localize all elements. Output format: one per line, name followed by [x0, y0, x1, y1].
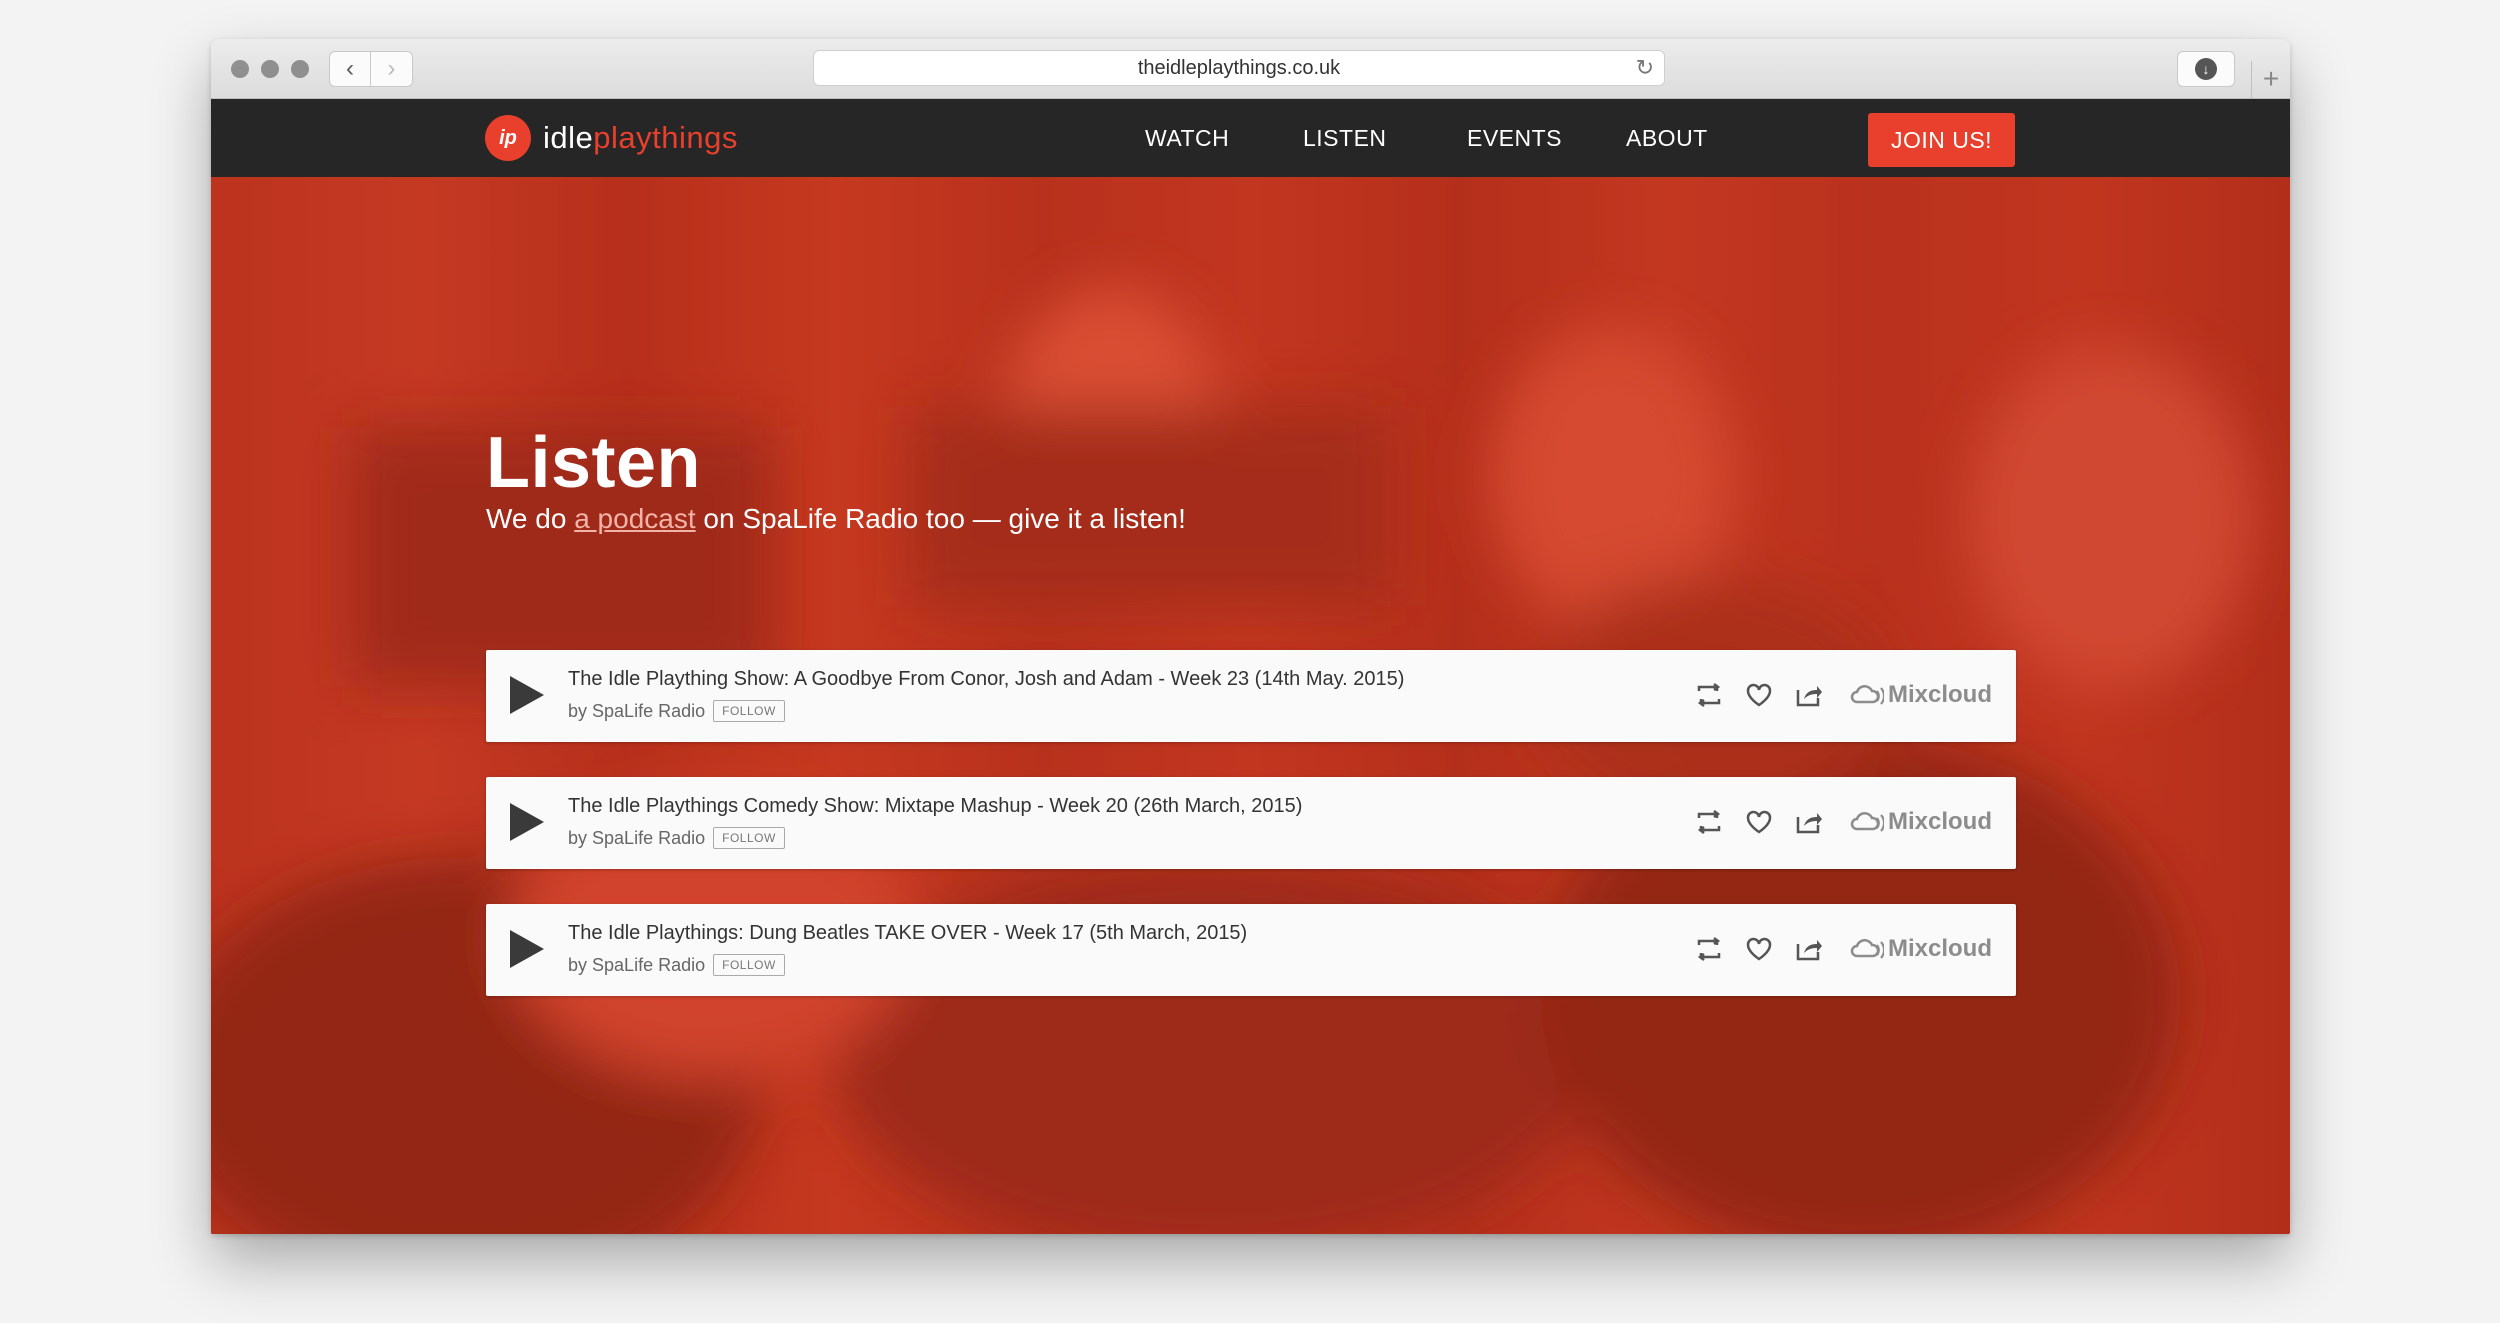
mixcloud-player: The Idle Playthings: Dung Beatles TAKE O…: [486, 904, 2016, 996]
play-icon[interactable]: [510, 930, 544, 968]
mixcloud-brand[interactable]: Mixcloud: [1850, 935, 1992, 963]
author-link[interactable]: SpaLife Radio: [592, 828, 705, 849]
nav-about[interactable]: ABOUT: [1626, 125, 1708, 152]
mixcloud-brand[interactable]: Mixcloud: [1850, 808, 1992, 836]
new-tab-button[interactable]: +: [2251, 61, 2290, 99]
page-title: Listen: [486, 423, 702, 503]
mixcloud-label: Mixcloud: [1887, 935, 1992, 962]
download-icon: ↓: [2195, 58, 2217, 80]
subtitle-post: on SpaLife Radio too — give it a listen!: [695, 503, 1186, 534]
nav-events[interactable]: EVENTS: [1467, 125, 1562, 152]
follow-button[interactable]: FOLLOW: [713, 954, 785, 976]
chevron-right-icon: ›: [387, 55, 396, 82]
podcast-link[interactable]: a podcast: [574, 503, 695, 534]
back-button[interactable]: ‹: [329, 51, 371, 87]
hero-section: Listen We do a podcast on SpaLife Radio …: [211, 177, 2290, 1234]
author-link[interactable]: SpaLife Radio: [592, 701, 705, 722]
mixcloud-cloud-icon: [1850, 939, 1884, 959]
history-nav: ‹ ›: [329, 51, 413, 87]
zoom-window-button[interactable]: [291, 60, 309, 78]
repost-icon[interactable]: [1692, 932, 1726, 966]
site-logo[interactable]: ip idleplaythings: [485, 115, 738, 161]
track-title[interactable]: The Idle Playthings: Dung Beatles TAKE O…: [568, 922, 1247, 945]
heart-icon[interactable]: [1742, 678, 1776, 712]
share-icon[interactable]: [1792, 678, 1826, 712]
downloads-button[interactable]: ↓: [2177, 51, 2235, 87]
reload-icon[interactable]: ↻: [1636, 55, 1654, 81]
address-bar[interactable]: theidleplaythings.co.uk ↻: [813, 50, 1665, 86]
follow-button[interactable]: FOLLOW: [713, 700, 785, 722]
repost-icon[interactable]: [1692, 678, 1726, 712]
track-title[interactable]: The Idle Plaything Show: A Goodbye From …: [568, 668, 1404, 691]
site-header: ip idleplaythings WATCH LISTEN EVENTS AB…: [211, 99, 2290, 177]
forward-button[interactable]: ›: [371, 51, 413, 87]
logo-mark-icon: ip: [485, 115, 531, 161]
browser-toolbar: ‹ › theidleplaythings.co.uk ↻ ↓ +: [211, 39, 2290, 99]
track-byline: by SpaLife Radio FOLLOW: [568, 827, 785, 849]
chevron-left-icon: ‹: [346, 55, 354, 82]
logo-text-plain: idle: [543, 120, 594, 155]
mixcloud-cloud-icon: [1850, 685, 1884, 705]
follow-button[interactable]: FOLLOW: [713, 827, 785, 849]
mixcloud-brand[interactable]: Mixcloud: [1850, 681, 1992, 709]
logo-text-accent: playthings: [593, 120, 738, 155]
share-icon[interactable]: [1792, 805, 1826, 839]
author-link[interactable]: SpaLife Radio: [592, 955, 705, 976]
repost-icon[interactable]: [1692, 805, 1726, 839]
url-text: theidleplaythings.co.uk: [1137, 56, 1341, 79]
mixcloud-cloud-icon: [1850, 812, 1884, 832]
mixcloud-player: The Idle Playthings Comedy Show: Mixtape…: [486, 777, 2016, 869]
join-us-button[interactable]: JOIN US!: [1868, 113, 2015, 167]
close-window-button[interactable]: [231, 60, 249, 78]
player-actions: Mixcloud: [1676, 805, 1992, 839]
minimize-window-button[interactable]: [261, 60, 279, 78]
nav-watch[interactable]: WATCH: [1145, 125, 1229, 152]
track-title[interactable]: The Idle Playthings Comedy Show: Mixtape…: [568, 795, 1302, 818]
player-actions: Mixcloud: [1676, 932, 1992, 966]
heart-icon[interactable]: [1742, 805, 1776, 839]
by-label: by: [568, 827, 588, 848]
player-actions: Mixcloud: [1676, 678, 1992, 712]
logo-wordmark: idleplaythings: [543, 120, 738, 156]
browser-window: ‹ › theidleplaythings.co.uk ↻ ↓ + ip idl…: [211, 39, 2290, 1234]
heart-icon[interactable]: [1742, 932, 1776, 966]
subtitle-pre: We do: [486, 503, 575, 534]
window-controls: [231, 60, 309, 78]
by-label: by: [568, 954, 588, 975]
track-byline: by SpaLife Radio FOLLOW: [568, 954, 785, 976]
mixcloud-label: Mixcloud: [1887, 808, 1992, 835]
mixcloud-label: Mixcloud: [1887, 681, 1992, 708]
mixcloud-player: The Idle Plaything Show: A Goodbye From …: [486, 650, 2016, 742]
track-byline: by SpaLife Radio FOLLOW: [568, 700, 785, 722]
by-label: by: [568, 700, 588, 721]
page-subtitle: We do a podcast on SpaLife Radio too — g…: [486, 503, 1186, 535]
nav-listen[interactable]: LISTEN: [1303, 125, 1387, 152]
play-icon[interactable]: [510, 676, 544, 714]
play-icon[interactable]: [510, 803, 544, 841]
share-icon[interactable]: [1792, 932, 1826, 966]
